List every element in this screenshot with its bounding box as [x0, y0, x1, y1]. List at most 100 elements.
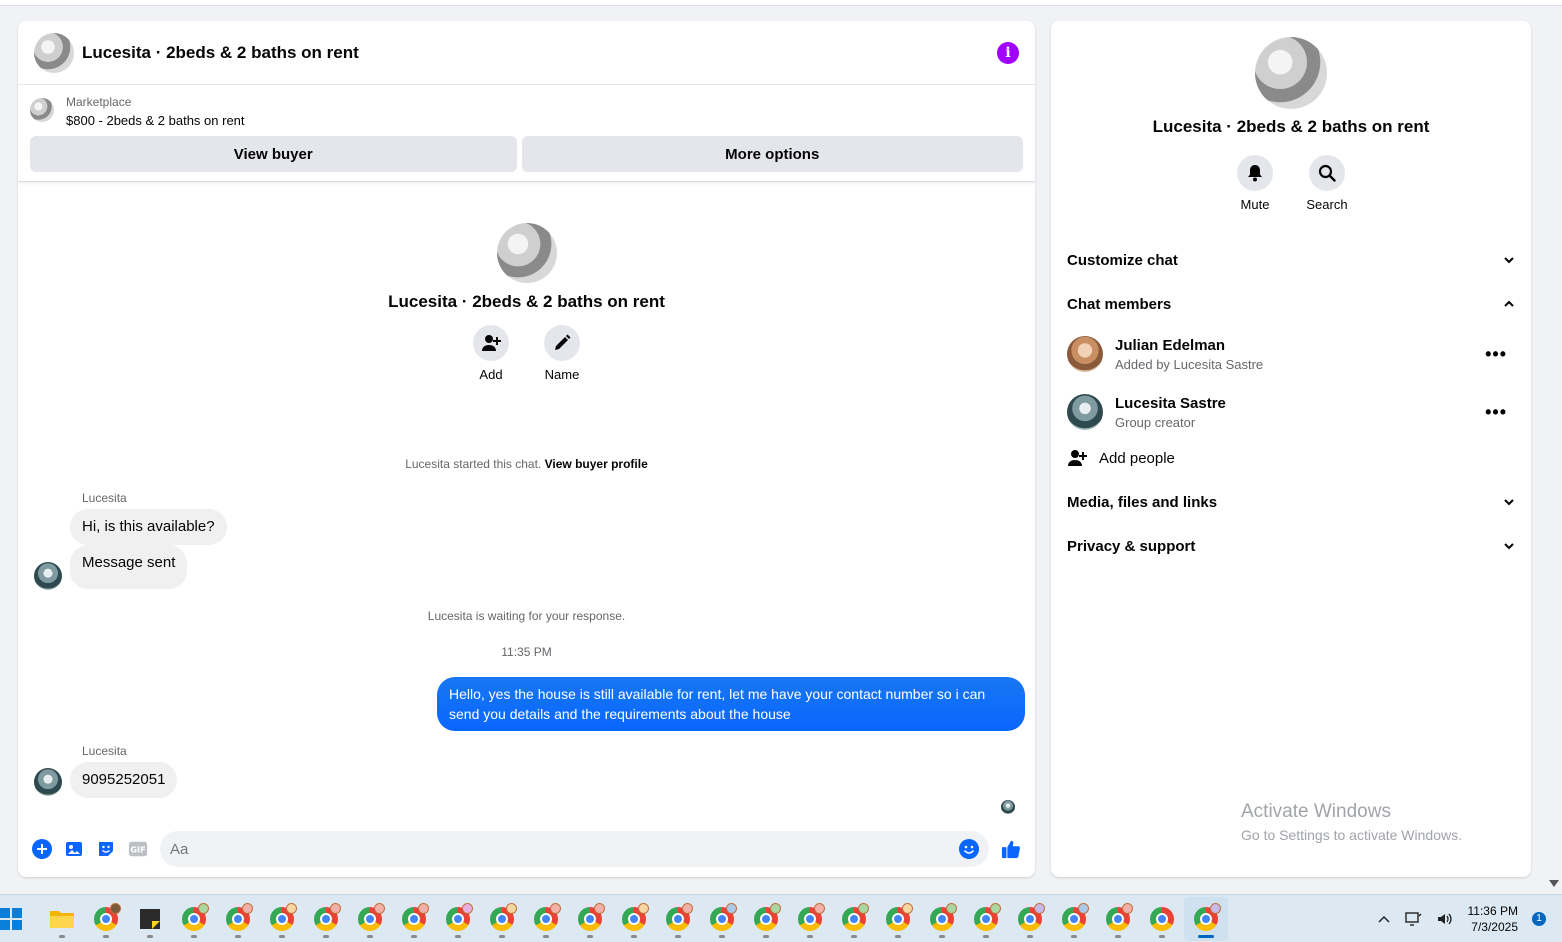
add-member-action[interactable]: Add [473, 325, 509, 382]
chrome-icon[interactable] [1008, 897, 1052, 941]
add-label: Add [479, 367, 503, 382]
chrome-icon[interactable] [920, 897, 964, 941]
view-buyer-profile-link[interactable]: View buyer profile [545, 457, 648, 471]
add-person-icon[interactable] [473, 325, 509, 361]
member-avatar[interactable] [1067, 394, 1103, 430]
customize-chat-section[interactable]: Customize chat [1067, 245, 1515, 275]
taskbar-apps [40, 896, 1228, 941]
message-input-wrapper[interactable] [160, 831, 989, 867]
chrome-icon[interactable] [260, 897, 304, 941]
chrome-icon[interactable] [392, 897, 436, 941]
intro-avatar [496, 223, 557, 283]
file-explorer-icon[interactable] [40, 897, 84, 941]
chrome-icon[interactable] [1052, 897, 1096, 941]
chat-members-section[interactable]: Chat members [1067, 289, 1515, 319]
more-icon[interactable]: ••• [1485, 402, 1507, 423]
more-icon[interactable]: ••• [1485, 344, 1507, 365]
message-timestamp: 11:35 PM [501, 645, 552, 659]
view-buyer-button[interactable]: View buyer [30, 136, 517, 172]
member-avatar[interactable] [1067, 336, 1103, 372]
chrome-icon[interactable] [216, 897, 260, 941]
add-people-button[interactable]: Add people [1067, 443, 1515, 473]
message-bubble-incoming[interactable]: 9095252051 [70, 762, 178, 798]
chrome-icon[interactable] [656, 897, 700, 941]
windows-start-icon[interactable] [0, 907, 22, 930]
plus-icon[interactable] [32, 839, 52, 859]
emoji-icon[interactable] [959, 839, 979, 859]
search-action[interactable]: Search [1306, 155, 1348, 212]
info-icon[interactable]: i [997, 41, 1019, 64]
privacy-support-section[interactable]: Privacy & support [1067, 531, 1515, 561]
chrome-icon[interactable] [172, 897, 216, 941]
volume-icon[interactable] [1436, 911, 1454, 927]
chat-intro: Lucesita · 2beds & 2 baths on rent Add N… [18, 223, 1035, 382]
chat-started-notice: Lucesita started this chat. View buyer p… [18, 457, 1035, 471]
pencil-icon[interactable] [544, 325, 580, 361]
notification-badge[interactable]: 1 [1532, 911, 1546, 926]
chat-header: Lucesita · 2beds & 2 baths on rent i [18, 21, 1035, 85]
gif-icon[interactable]: GIF [128, 839, 148, 859]
message-bubble-incoming[interactable]: Hi, is this available? [70, 509, 227, 545]
mute-action[interactable]: Mute [1235, 155, 1275, 212]
bell-icon[interactable] [1237, 155, 1273, 191]
waiting-notice: Lucesita is waiting for your response. [427, 609, 626, 623]
group-title: Lucesita · 2beds & 2 baths on rent [1152, 117, 1430, 136]
chrome-icon[interactable] [84, 897, 128, 941]
member-row[interactable]: Lucesita Sastre Group creator ••• [1067, 390, 1515, 434]
marketplace-banner: Marketplace $800 - 2beds & 2 baths on re… [18, 85, 1035, 182]
network-icon[interactable] [1404, 911, 1422, 927]
message-sender: Lucesita [82, 491, 127, 505]
chevron-up-icon[interactable] [1377, 914, 1390, 924]
group-avatar[interactable] [1255, 37, 1327, 109]
member-role: Added by Lucesita Sastre [1115, 356, 1264, 372]
chrome-icon[interactable] [744, 897, 788, 941]
chrome-icon[interactable] [876, 897, 920, 941]
thumbs-up-icon[interactable] [1001, 839, 1021, 859]
member-row[interactable]: Julian Edelman Added by Lucesita Sastre … [1067, 332, 1515, 376]
message-sender: Lucesita [82, 744, 127, 758]
more-options-button[interactable]: More options [521, 136, 1023, 172]
chrome-icon[interactable] [700, 897, 744, 941]
media-files-links-section[interactable]: Media, files and links [1067, 487, 1515, 517]
message-input[interactable] [170, 840, 959, 858]
read-receipt-avatar [1001, 800, 1015, 814]
taskbar-clock[interactable]: 11:36 PM 7/3/2025 [1468, 903, 1518, 935]
sticky-notes-icon[interactable] [128, 897, 172, 941]
browser-top-edge [0, 0, 1562, 6]
chrome-icon[interactable] [480, 897, 524, 941]
chat-title[interactable]: Lucesita · 2beds & 2 baths on rent [82, 43, 359, 63]
chrome-icon[interactable] [1096, 897, 1140, 941]
listing-thumbnail[interactable] [30, 98, 54, 122]
clock-time: 11:36 PM [1467, 903, 1518, 918]
chrome-icon[interactable] [524, 897, 568, 941]
chat-avatar[interactable] [34, 32, 74, 73]
sticker-icon[interactable] [96, 839, 116, 859]
sender-avatar[interactable] [34, 768, 62, 796]
listing-title[interactable]: $800 - 2beds & 2 baths on rent [66, 113, 245, 128]
chrome-icon[interactable] [612, 897, 656, 941]
chevron-down-icon [1504, 499, 1514, 506]
chrome-icon[interactable] [788, 897, 832, 941]
activate-windows-title: Activate Windows [1241, 801, 1391, 822]
windows-taskbar: 11:36 PM 7/3/2025 1 [0, 894, 1562, 942]
scrollbar-down-arrow[interactable] [1549, 880, 1559, 887]
search-icon[interactable] [1309, 155, 1345, 191]
intro-title: Lucesita · 2beds & 2 baths on rent [388, 292, 665, 311]
chat-started-text: Lucesita started this chat. [405, 457, 542, 471]
message-bubble-outgoing[interactable]: Hello, yes the house is still available … [437, 677, 1025, 731]
name-action[interactable]: Name [544, 325, 580, 382]
chrome-icon[interactable] [568, 897, 612, 941]
add-people-label: Add people [1099, 449, 1175, 467]
chrome-icon[interactable] [348, 897, 392, 941]
chrome-icon[interactable] [304, 897, 348, 941]
chrome-icon-active[interactable] [1184, 896, 1228, 941]
message-bubble-incoming[interactable]: Message sent [70, 545, 188, 589]
chrome-icon[interactable] [436, 897, 480, 941]
member-name[interactable]: Julian Edelman [1115, 337, 1263, 354]
member-name[interactable]: Lucesita Sastre [1115, 395, 1226, 412]
chrome-icon[interactable] [964, 897, 1008, 941]
chrome-icon[interactable] [1140, 897, 1184, 941]
chrome-icon[interactable] [832, 897, 876, 941]
sender-avatar[interactable] [34, 562, 62, 590]
photo-icon[interactable] [64, 839, 84, 859]
